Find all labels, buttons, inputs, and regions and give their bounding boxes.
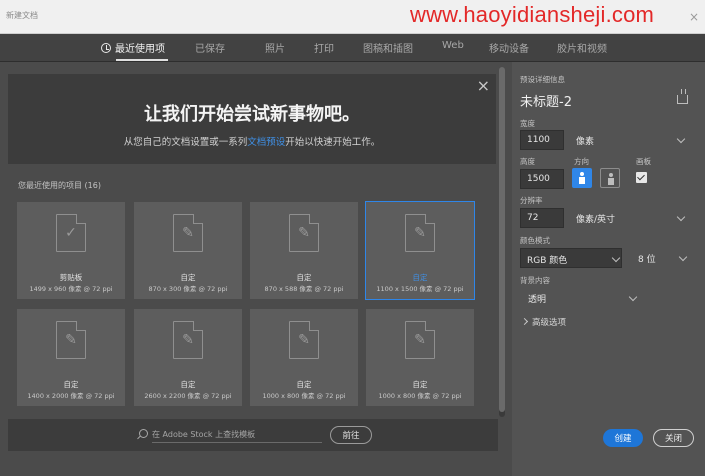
recent-panel: × 让我们开始尝试新事物吧。 从您自己的文档设置或一系列文档预设开始以快速开始工… <box>0 62 512 476</box>
portrait-icon <box>579 172 585 184</box>
create-button[interactable]: 创建 <box>603 429 643 447</box>
tab-saved[interactable]: 已保存 <box>195 40 225 55</box>
banner-subline: 从您自己的文档设置或一系列文档预设开始以快速开始工作。 <box>123 137 381 148</box>
portrait-orientation-button[interactable] <box>572 168 592 188</box>
recent-item-card[interactable]: ✎ 自定 2600 x 2200 像素 @ 72 ppi <box>134 309 242 406</box>
recent-item-dims: 1000 x 800 像素 @ 72 ppi <box>378 392 462 400</box>
category-tabs: 最近使用项 已保存 照片 打印 图稿和插图 Web 移动设备 胶片和视频 <box>0 34 705 62</box>
recent-scrollbar[interactable] <box>499 67 505 417</box>
tab-print[interactable]: 打印 <box>314 40 334 55</box>
recent-item-dims: 1400 x 2000 像素 @ 72 ppi <box>27 392 115 400</box>
chevron-right-icon <box>520 317 529 326</box>
stock-search-input[interactable] <box>152 427 322 443</box>
clipboard-doc-icon: ✓ <box>56 214 86 252</box>
recent-item-name: 剪贴板 <box>59 273 83 282</box>
welcome-banner: × 让我们开始尝试新事物吧。 从您自己的文档设置或一系列文档预设开始以快速开始工… <box>8 74 496 164</box>
custom-doc-icon: ✎ <box>173 214 203 252</box>
search-icon <box>139 429 148 438</box>
orientation-label: 方向 <box>574 157 589 166</box>
recent-item-name: 自定 <box>296 380 312 389</box>
artboard-label: 画板 <box>636 157 651 166</box>
stock-search-bar: 前往 <box>8 419 498 451</box>
chevron-down-icon <box>611 253 621 263</box>
preset-details-label: 预设详细信息 <box>520 75 565 84</box>
color-mode-label: 颜色模式 <box>520 236 550 245</box>
custom-doc-icon: ✎ <box>289 214 319 252</box>
save-preset-icon[interactable] <box>677 89 688 104</box>
color-mode-select[interactable]: RGB 颜色 <box>520 248 622 268</box>
active-tab-indicator <box>116 59 168 61</box>
recent-item-card[interactable]: ✎ 自定 1400 x 2000 像素 @ 72 ppi <box>17 309 125 406</box>
background-label: 背景内容 <box>520 276 550 285</box>
chevron-down-icon <box>676 212 686 222</box>
recent-item-card[interactable]: ✎ 自定 1000 x 800 像素 @ 72 ppi <box>366 309 474 406</box>
close-button[interactable]: 关闭 <box>653 429 694 447</box>
tab-mobile[interactable]: 移动设备 <box>489 40 529 55</box>
scrollbar-thumb[interactable] <box>499 67 505 412</box>
width-label: 宽度 <box>520 119 535 128</box>
custom-doc-icon: ✎ <box>405 214 435 252</box>
advanced-options-toggle[interactable]: 高级选项 <box>520 316 566 328</box>
recent-items-label: 您最近使用的项目 (16) <box>18 181 101 190</box>
resolution-label: 分辨率 <box>520 196 543 205</box>
tab-recent[interactable]: 最近使用项 <box>101 40 165 55</box>
tab-web[interactable]: Web <box>442 40 464 51</box>
width-unit-select[interactable]: 像素 <box>576 130 686 150</box>
recent-item-name: 自定 <box>63 380 79 389</box>
recent-item-name: 自定 <box>412 380 428 389</box>
chevron-down-icon <box>676 134 686 144</box>
recent-item-card[interactable]: ✓ 剪贴板 1499 x 960 像素 @ 72 ppi <box>17 202 125 299</box>
recent-item-card[interactable]: ✎ 自定 870 x 300 像素 @ 72 ppi <box>134 202 242 299</box>
recent-count: (16) <box>84 181 101 190</box>
recent-item-card[interactable]: ✎ 自定 1000 x 800 像素 @ 72 ppi <box>250 309 358 406</box>
banner-close-icon[interactable]: × <box>477 76 490 95</box>
custom-doc-icon: ✎ <box>56 321 86 359</box>
tab-art-illustration[interactable]: 图稿和插图 <box>363 40 413 55</box>
resolution-input[interactable]: 72 <box>520 208 564 228</box>
recent-item-name: 自定 <box>412 273 428 282</box>
window-title: 新建文档 <box>6 11 38 20</box>
recent-item-name: 自定 <box>296 273 312 282</box>
recent-item-dims: 870 x 588 像素 @ 72 ppi <box>264 285 344 293</box>
document-presets-link[interactable]: 文档预设 <box>247 137 285 148</box>
width-input[interactable]: 1100 <box>520 130 564 150</box>
recent-item-card[interactable]: ✎ 自定 870 x 588 像素 @ 72 ppi <box>250 202 358 299</box>
chevron-down-icon <box>678 252 688 262</box>
recent-item-name: 自定 <box>180 380 196 389</box>
watermark-text: www.haoyidiansheji.com <box>410 2 655 27</box>
artboard-checkbox[interactable] <box>636 172 647 183</box>
custom-doc-icon: ✎ <box>405 321 435 359</box>
window-title-bar: 新建文档 www.haoyidiansheji.com × <box>0 0 705 34</box>
landscape-icon <box>608 173 614 185</box>
background-select[interactable]: 透明 <box>528 288 638 308</box>
recent-item-dims: 870 x 300 像素 @ 72 ppi <box>148 285 228 293</box>
window-close-icon[interactable]: × <box>689 10 699 24</box>
height-input[interactable]: 1500 <box>520 169 564 189</box>
tab-photo[interactable]: 照片 <box>265 40 285 55</box>
recent-item-dims: 2600 x 2200 像素 @ 72 ppi <box>144 392 232 400</box>
tab-film-video[interactable]: 胶片和视频 <box>557 40 607 55</box>
recent-item-card-selected[interactable]: ✎ 自定 1100 x 1500 像素 @ 72 ppi <box>365 201 475 300</box>
recent-item-dims: 1100 x 1500 像素 @ 72 ppi <box>376 285 464 293</box>
landscape-orientation-button[interactable] <box>600 168 620 188</box>
resolution-unit-select[interactable]: 像素/英寸 <box>576 208 686 228</box>
custom-doc-icon: ✎ <box>173 321 203 359</box>
recent-item-dims: 1499 x 960 像素 @ 72 ppi <box>29 285 113 293</box>
document-name[interactable]: 未标题-2 <box>520 91 572 110</box>
custom-doc-icon: ✎ <box>289 321 319 359</box>
chevron-down-icon <box>628 292 638 302</box>
preset-details-panel: 预设详细信息 未标题-2 宽度 1100 像素 高度 方向 画板 1500 分辨… <box>512 62 705 476</box>
clock-icon <box>101 43 111 53</box>
bit-depth-select[interactable]: 8 位 <box>634 248 688 268</box>
height-label: 高度 <box>520 157 535 166</box>
banner-headline: 让我们开始尝试新事物吧。 <box>144 104 360 125</box>
recent-item-dims: 1000 x 800 像素 @ 72 ppi <box>262 392 346 400</box>
recent-item-name: 自定 <box>180 273 196 282</box>
go-button[interactable]: 前往 <box>330 426 372 444</box>
